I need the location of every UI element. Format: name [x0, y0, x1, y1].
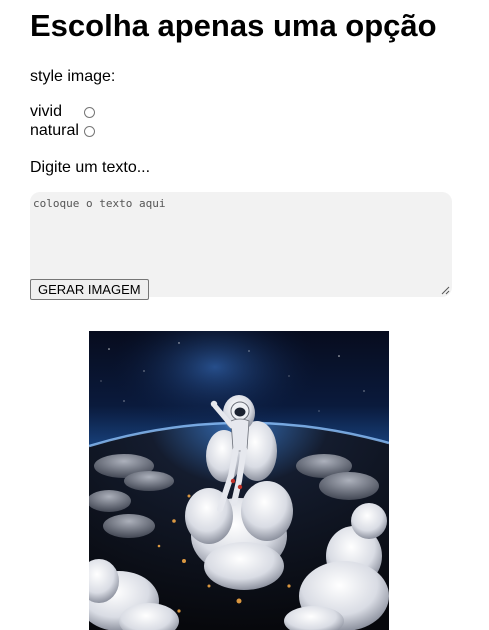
radio-option-natural[interactable]: natural: [30, 122, 95, 140]
style-image-label: style image:: [30, 68, 116, 85]
prompt-label: Digite um texto...: [30, 159, 151, 176]
image-generator-page: Escolha apenas uma opção style image: vi…: [0, 0, 489, 630]
radio-label-vivid: vivid: [30, 103, 63, 120]
radio-natural[interactable]: [84, 125, 95, 137]
page-title: Escolha apenas uma opção: [30, 8, 437, 43]
resize-grip-icon[interactable]: [441, 286, 450, 295]
prompt-placeholder: coloque o texto aqui: [33, 197, 166, 210]
generate-image-button[interactable]: GERAR IMAGEM: [30, 279, 149, 300]
radio-label-natural: natural: [30, 122, 79, 139]
radio-vivid[interactable]: [84, 106, 95, 118]
generated-image: [89, 331, 389, 630]
radio-option-vivid[interactable]: vivid: [30, 103, 95, 121]
